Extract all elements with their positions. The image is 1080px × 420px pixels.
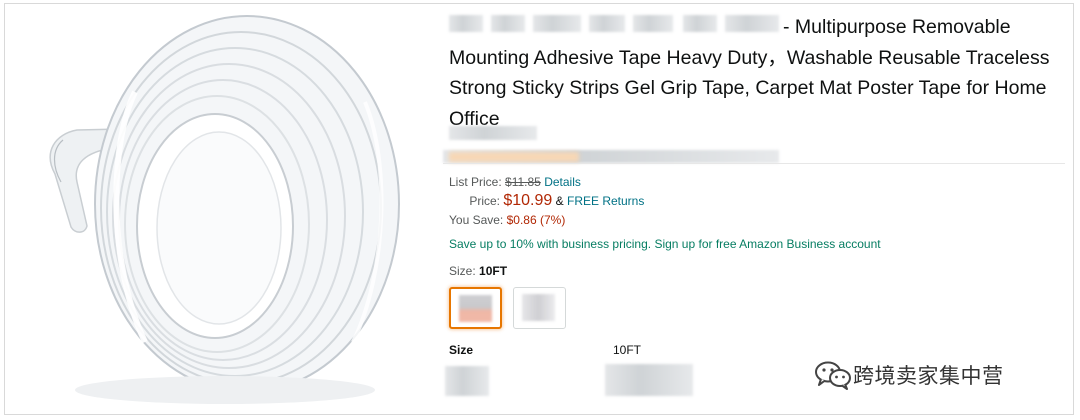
wechat-icon [815, 361, 851, 390]
details-link[interactable]: Details [544, 175, 581, 189]
tape-roll-image [15, 12, 420, 407]
divider [443, 163, 1065, 164]
list-price-row: List Price: $11.85 Details [449, 175, 581, 190]
product-details: - Multipurpose Removable Mounting Adhesi… [443, 4, 1068, 414]
swatch-thumbnail-redacted [459, 295, 492, 322]
size-swatch-option[interactable] [513, 287, 566, 329]
product-title: - Multipurpose Removable Mounting Adhesi… [449, 16, 1050, 130]
size-swatch-selected[interactable] [449, 287, 502, 329]
spec-label-redacted [445, 366, 489, 396]
business-pricing-link[interactable]: Save up to 10% with business pricing. Si… [449, 237, 881, 251]
you-save-value: $0.86 (7%) [506, 213, 566, 227]
size-label: Size: [449, 264, 476, 278]
brand-link-redacted[interactable] [449, 126, 537, 140]
spec-value-redacted [605, 364, 693, 396]
you-save-row: You Save: $0.86 (7%) [449, 213, 565, 228]
you-save-label: You Save: [449, 213, 504, 227]
product-page: - Multipurpose Removable Mounting Adhesi… [4, 3, 1074, 415]
spec-size-label: Size [449, 343, 474, 357]
free-returns-link[interactable]: FREE Returns [567, 194, 644, 208]
spec-size-value: 10FT [613, 343, 642, 357]
ampersand: & [555, 194, 564, 208]
list-price-label: List Price: [449, 175, 502, 189]
price-row: Price: $10.99 & FREE Returns [449, 193, 644, 209]
swatch-thumbnail-redacted [522, 294, 555, 321]
watermark: 跨境卖家集中营 [813, 360, 1004, 390]
size-selection: Size: 10FT [449, 264, 507, 278]
size-selected-value: 10FT [479, 264, 508, 278]
product-image[interactable] [15, 12, 420, 407]
price-value: $10.99 [503, 192, 553, 209]
rating-stars-redacted [449, 152, 579, 162]
watermark-text: 跨境卖家集中营 [853, 364, 1004, 388]
price-label: Price: [469, 194, 500, 208]
list-price-value: $11.85 [505, 175, 541, 189]
